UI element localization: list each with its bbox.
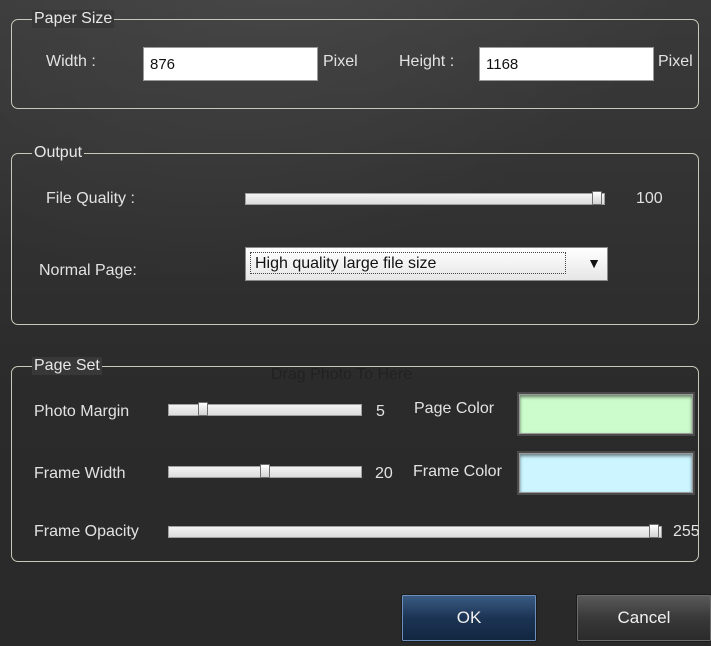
chevron-down-icon[interactable]: ▼ <box>587 255 601 271</box>
frame-width-value: 20 <box>375 465 393 482</box>
export-settings-dialog: Paper Size Width : Pixel Height : Pixel … <box>0 0 711 646</box>
page-color-label: Page Color <box>414 400 495 417</box>
frame-opacity-slider-thumb[interactable] <box>649 524 659 538</box>
file-quality-value: 100 <box>636 190 663 207</box>
file-quality-slider[interactable] <box>245 191 605 205</box>
normal-page-label: Normal Page: <box>39 262 137 279</box>
frame-opacity-label: Frame Opacity <box>34 523 139 540</box>
file-quality-label: File Quality : <box>46 190 135 207</box>
height-unit-label: Pixel <box>658 53 693 70</box>
height-label: Height : <box>399 53 455 70</box>
frame-width-slider[interactable] <box>168 464 362 478</box>
page-set-legend: Page Set <box>32 357 102 375</box>
file-quality-slider-thumb[interactable] <box>592 191 602 205</box>
width-input[interactable] <box>143 47 318 81</box>
frame-color-label: Frame Color <box>413 463 502 480</box>
frame-opacity-value: 255 <box>673 523 700 540</box>
frame-width-label: Frame Width <box>34 465 126 482</box>
normal-page-selected-value: High quality large file size <box>250 252 566 274</box>
photo-margin-value: 5 <box>376 403 385 420</box>
cancel-button[interactable]: Cancel <box>576 594 711 642</box>
photo-margin-label: Photo Margin <box>34 403 130 420</box>
paper-size-legend: Paper Size <box>32 10 115 28</box>
drop-hint-text: Drag Photo To Here <box>271 366 413 383</box>
output-legend: Output <box>32 144 85 162</box>
photo-margin-slider[interactable] <box>168 402 362 416</box>
width-unit-label: Pixel <box>323 53 358 70</box>
ok-button[interactable]: OK <box>401 594 537 642</box>
page-color-swatch[interactable] <box>519 394 693 434</box>
frame-opacity-slider[interactable] <box>168 524 662 538</box>
normal-page-select[interactable]: High quality large file size ▼ <box>245 247 608 281</box>
photo-margin-slider-thumb[interactable] <box>197 402 208 416</box>
height-input[interactable] <box>479 47 654 81</box>
output-group: Output <box>11 144 699 325</box>
frame-width-slider-thumb[interactable] <box>260 464 270 478</box>
width-label: Width : <box>46 53 96 70</box>
frame-color-swatch[interactable] <box>519 453 693 493</box>
